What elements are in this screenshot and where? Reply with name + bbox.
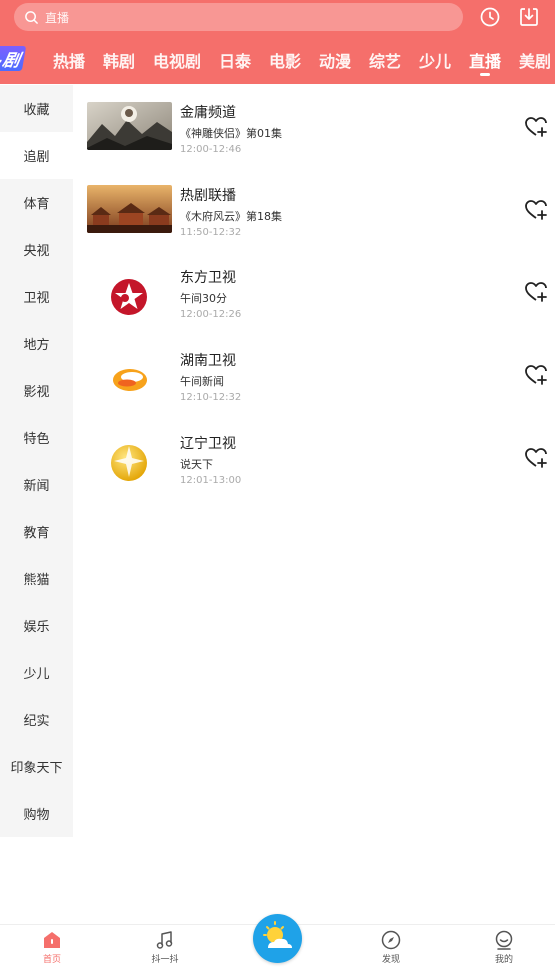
sidebar-item-news[interactable]: 新闻: [0, 461, 73, 508]
sidebar-item-favorites[interactable]: 收藏: [0, 85, 73, 132]
channel-time: 11:50-12:32: [180, 227, 242, 238]
channel-name: 湖南卫视: [180, 353, 236, 369]
download-icon[interactable]: [516, 4, 542, 30]
tab-variety[interactable]: 综艺: [369, 48, 401, 72]
nav-profile[interactable]: 我的: [474, 929, 534, 965]
channel-name: 东方卫视: [180, 270, 236, 286]
sidebar-item-documentary[interactable]: 纪实: [0, 696, 73, 743]
sidebar-item-sports[interactable]: 体育: [0, 179, 73, 226]
sidebar-item-panda[interactable]: 熊猫: [0, 555, 73, 602]
nav-discover-label: 发现: [381, 955, 400, 965]
hunan-tv-logo: [113, 369, 147, 391]
nav-shake-label: 抖一抖: [151, 955, 179, 965]
sidebar-item-entertainment[interactable]: 娱乐: [0, 602, 73, 649]
center-weather-button[interactable]: [253, 914, 302, 963]
channel-row[interactable]: 湖南卫视 午间新闻 12:10-12:32: [87, 350, 555, 420]
channel-thumbnail: [87, 185, 172, 233]
channel-row[interactable]: 辽宁卫视 说天下 12:01-13:00: [87, 433, 555, 503]
tab-kids[interactable]: 少儿: [419, 48, 451, 72]
tab-live[interactable]: 直播: [469, 48, 501, 72]
promo-banner[interactable]: -剧: [0, 46, 34, 72]
channel-program: 说天下: [180, 458, 213, 471]
sidebar-item-local[interactable]: 地方: [0, 320, 73, 367]
tab-us-drama[interactable]: 美剧: [519, 48, 551, 72]
category-tabs: -剧 热播 韩剧 电视剧 日泰 电影 动漫 综艺 少儿 直播 美剧: [0, 44, 555, 78]
favorite-heart-add-icon[interactable]: [523, 445, 549, 471]
sidebar-item-shopping[interactable]: 购物: [0, 790, 73, 837]
active-tab-indicator: [480, 73, 490, 76]
compass-icon: [381, 930, 401, 950]
favorite-heart-add-icon[interactable]: [523, 362, 549, 388]
history-icon[interactable]: [477, 4, 503, 30]
top-header: 直播 -剧 热播 韩剧 电视剧 日泰 电影 动漫 综艺 少儿 直播 美剧: [0, 0, 555, 84]
channel-time: 12:00-12:46: [180, 144, 242, 155]
sidebar-item-cctv[interactable]: 央视: [0, 226, 73, 273]
search-placeholder: 直播: [45, 10, 70, 25]
tab-anime[interactable]: 动漫: [319, 48, 351, 72]
weather-sun-cloud-icon: [263, 921, 292, 948]
nav-profile-label: 我的: [494, 955, 513, 965]
nav-shake[interactable]: 抖一抖: [135, 929, 195, 965]
tab-movies[interactable]: 电影: [269, 48, 301, 72]
music-note-icon: [156, 931, 173, 949]
channel-time: 12:10-12:32: [180, 392, 242, 403]
channel-name: 金庸频道: [180, 105, 236, 121]
channel-name: 辽宁卫视: [180, 436, 236, 452]
channel-time: 12:01-13:00: [180, 475, 242, 486]
nav-home[interactable]: 首页: [22, 929, 82, 965]
tab-japan-thai[interactable]: 日泰: [219, 48, 251, 72]
channel-program: 午间新闻: [180, 375, 224, 388]
channel-name: 热剧联播: [180, 188, 236, 204]
channel-row[interactable]: 热剧联播 《木府风云》第18集 11:50-12:32: [87, 185, 555, 255]
sidebar-item-satellite[interactable]: 卫视: [0, 273, 73, 320]
favorite-heart-add-icon[interactable]: [523, 279, 549, 305]
nav-discover[interactable]: 发现: [361, 929, 421, 965]
sidebar-item-education[interactable]: 教育: [0, 508, 73, 555]
live-category-sidebar: 收藏 追剧 体育 央视 卫视 地方 影视 特色 新闻 教育 熊猫 娱乐 少儿 纪…: [0, 85, 73, 837]
channel-program: 《木府风云》第18集: [180, 210, 282, 223]
sidebar-item-kids[interactable]: 少儿: [0, 649, 73, 696]
channel-row[interactable]: 东方卫视 午间30分 12:00-12:26: [87, 267, 555, 337]
sidebar-item-film[interactable]: 影视: [0, 367, 73, 414]
promo-label: -剧: [0, 46, 27, 71]
sidebar-item-following[interactable]: 追剧: [0, 132, 73, 179]
channel-row[interactable]: 金庸频道 《神雕侠侣》第01集 12:00-12:46: [87, 102, 555, 172]
profile-icon: [495, 930, 513, 950]
tab-korean-drama[interactable]: 韩剧: [103, 48, 135, 72]
tab-tv-series[interactable]: 电视剧: [153, 48, 201, 72]
channel-thumbnail: [87, 102, 172, 150]
nav-home-label: 首页: [42, 955, 61, 965]
channel-program: 午间30分: [180, 292, 227, 305]
channel-time: 12:00-12:26: [180, 309, 242, 320]
channel-program: 《神雕侠侣》第01集: [180, 127, 282, 140]
sidebar-item-featured[interactable]: 特色: [0, 414, 73, 461]
search-bar[interactable]: 直播: [14, 3, 463, 31]
favorite-heart-add-icon[interactable]: [523, 197, 549, 223]
sidebar-item-impression-world[interactable]: 印象天下: [0, 743, 73, 790]
dragon-tv-logo: [111, 279, 147, 315]
tab-hot[interactable]: 热播: [53, 48, 85, 72]
home-icon: [44, 932, 60, 948]
search-icon: [25, 10, 38, 24]
favorite-heart-add-icon[interactable]: [523, 114, 549, 140]
liaoning-tv-logo: [111, 445, 147, 481]
